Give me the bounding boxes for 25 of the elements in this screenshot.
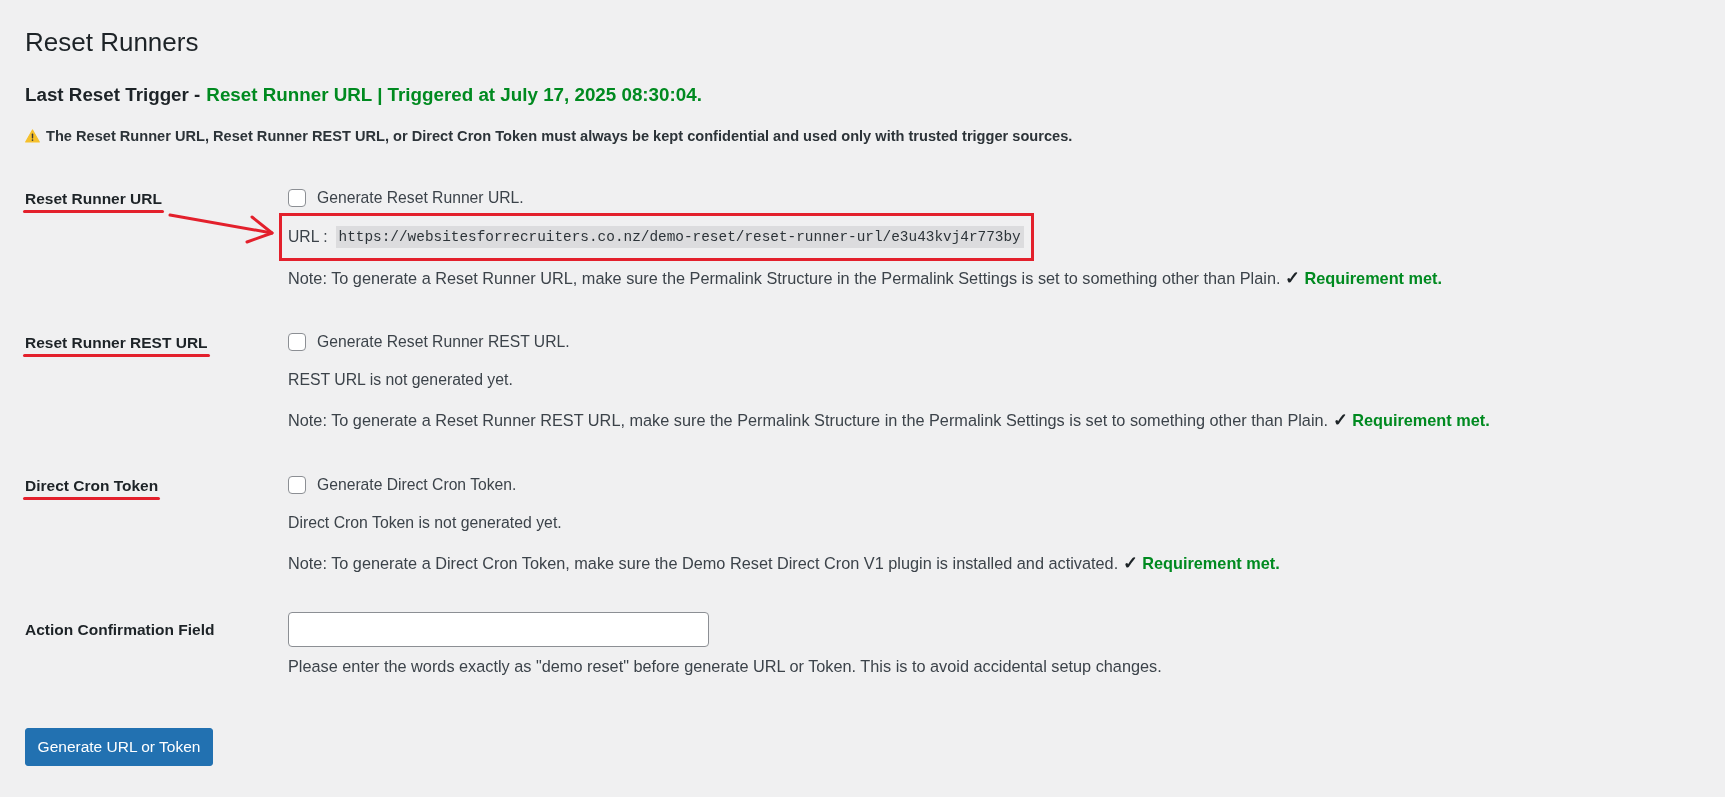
field-label: Reset Runner URL xyxy=(25,189,162,209)
heading-label: Last Reset Trigger - xyxy=(25,83,201,107)
checkbox-label: Generate Direct Cron Token. xyxy=(317,475,517,495)
checkbox-label: Generate Reset Runner REST URL. xyxy=(317,332,570,352)
checkbox[interactable] xyxy=(288,333,306,351)
help-text: Please enter the words exactly as "demo reset" before generate URL or Token. This is to avoid accidental setup changes. xyxy=(288,656,1162,677)
warning-icon xyxy=(25,129,40,143)
generate-button[interactable]: Generate URL or Token xyxy=(25,728,213,766)
field-label: Reset Runner REST URL xyxy=(25,333,208,353)
field-label: Action Confirmation Field xyxy=(25,620,215,640)
checkbox[interactable] xyxy=(288,476,306,494)
page-title: Reset Runners xyxy=(25,26,199,59)
checkbox-label: Generate Reset Runner URL. xyxy=(317,188,524,208)
note-text: Note: To generate a Reset Runner REST URL, make sure the Permalink Structure in the Permalink Settings is set to something other than Plain. ✓ Requirement met. xyxy=(288,409,1490,431)
note-text: Note: To generate a Direct Cron Token, make sure the Demo Reset Direct Cron V1 plugin is installed and activated. ✓ Requirement met. xyxy=(288,552,1280,574)
confirmation-input[interactable] xyxy=(288,612,709,647)
status-text: Direct Cron Token is not generated yet. xyxy=(288,513,562,533)
status-text: REST URL is not generated yet. xyxy=(288,370,513,390)
url-label: URL : xyxy=(288,227,328,247)
note-text: Note: To generate a Reset Runner URL, make sure the Permalink Structure in the Permalink Settings is set to something other than Plain. ✓ Requirement met. xyxy=(288,267,1443,289)
checkbox[interactable] xyxy=(288,189,306,207)
field-label: Direct Cron Token xyxy=(25,476,159,496)
warning-text: The Reset Runner URL, Reset Runner REST URL, or Direct Cron Token must always be kept confidential and used only with trusted trigger sources. xyxy=(46,127,1073,146)
url-value: https://websitesforrecruiters.co.nz/demo-reset/reset-runner-url/e3u43kvj4r773by xyxy=(335,226,1024,248)
trigger-status: Reset Runner URL | Triggered at July 17, 2025 08:30:04. xyxy=(206,83,702,107)
